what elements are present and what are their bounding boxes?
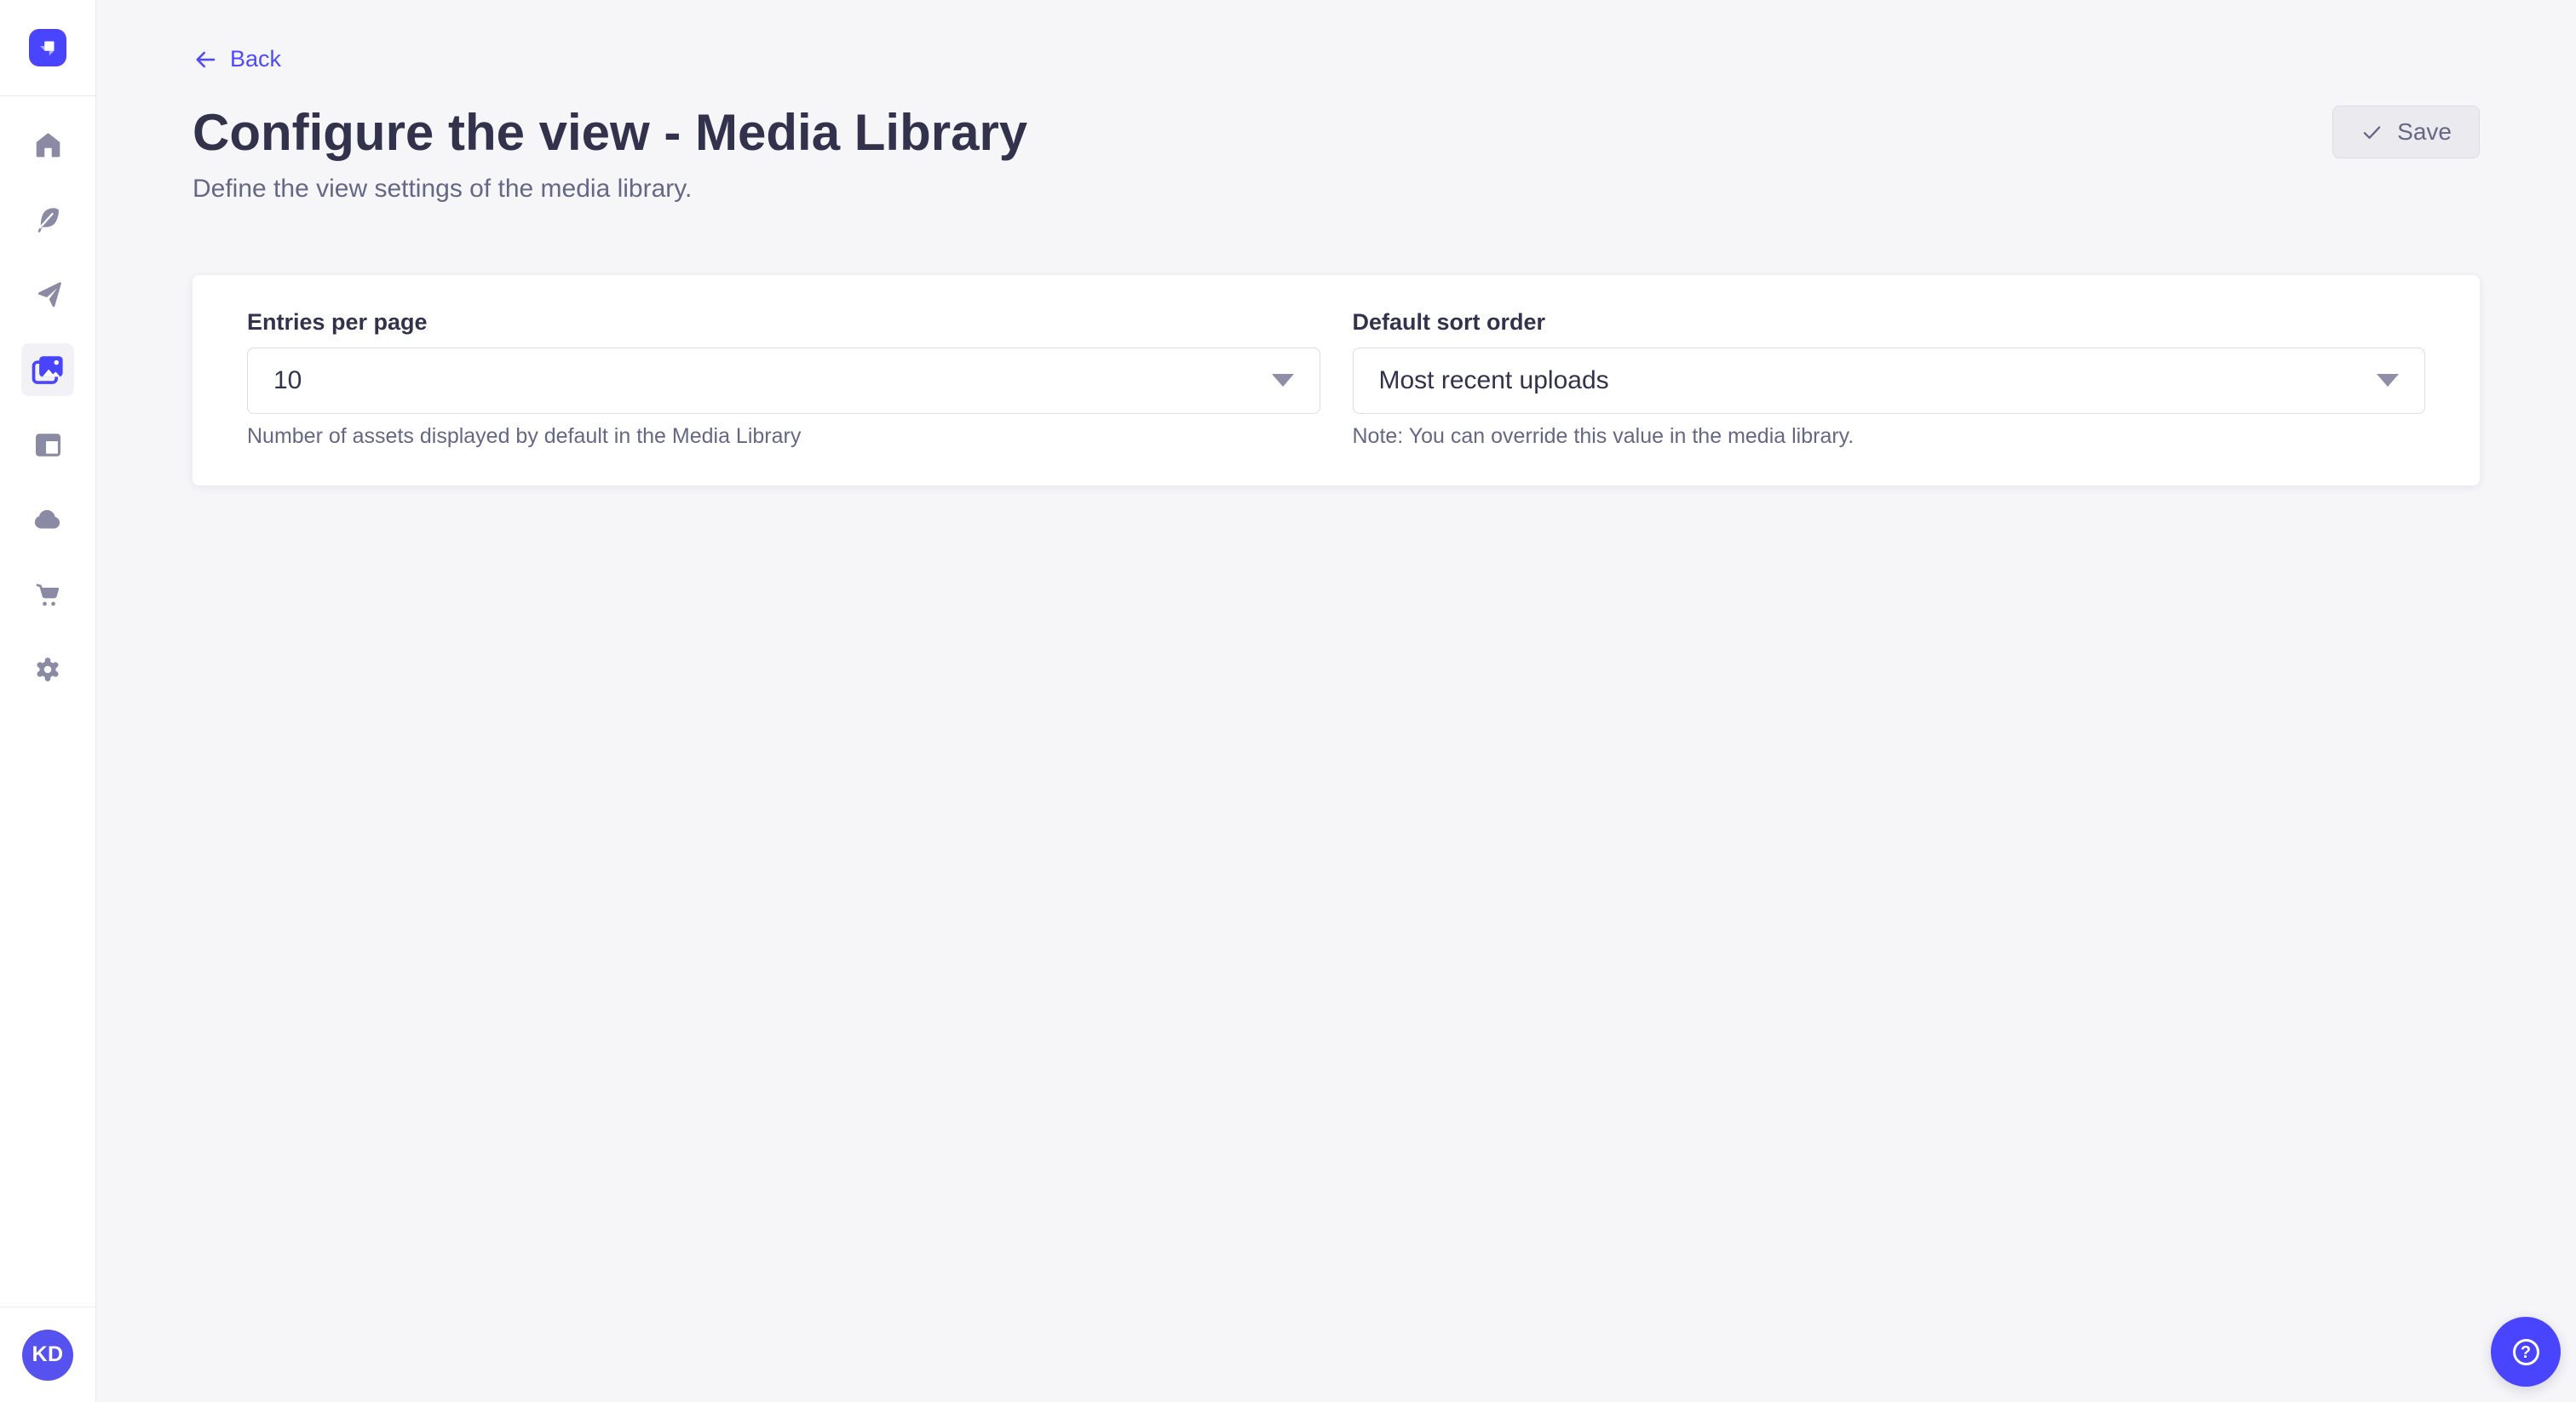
select-value: 10 [273, 366, 302, 395]
save-label: Save [2397, 118, 2452, 146]
default-sort-order-select[interactable]: Most recent uploads [1353, 348, 2426, 414]
save-button[interactable]: Save [2332, 106, 2480, 158]
cloud-icon [32, 503, 64, 536]
page-title: Configure the view - Media Library [193, 106, 1027, 159]
strapi-logo [29, 29, 66, 66]
sidebar-item-settings[interactable] [21, 643, 74, 696]
settings-card: Entries per page 10 Number of assets dis… [193, 275, 2480, 486]
field-hint: Note: You can override this value in the… [1353, 424, 2426, 449]
feather-icon [32, 204, 64, 236]
user-avatar[interactable]: KD [22, 1330, 73, 1381]
sidebar-item-releases[interactable] [21, 268, 74, 321]
sidebar-bottom: KD [0, 1307, 95, 1402]
layout-icon [32, 429, 64, 461]
question-mark-glyph: ? [2521, 1344, 2531, 1361]
chevron-down-icon [2377, 374, 2399, 387]
check-icon [2360, 121, 2383, 144]
sidebar-item-content-type-builder[interactable] [21, 418, 74, 471]
field-default-sort-order: Default sort order Most recent uploads N… [1353, 309, 2426, 449]
avatar-initials: KD [32, 1342, 63, 1367]
field-hint: Number of assets displayed by default in… [247, 424, 1320, 449]
sidebar-nav [0, 96, 95, 696]
strapi-logo-icon [35, 35, 60, 60]
media-library-icon [29, 351, 66, 388]
gear-icon [32, 653, 64, 686]
question-mark-icon: ? [2513, 1339, 2539, 1365]
field-entries-per-page: Entries per page 10 Number of assets dis… [247, 309, 1320, 449]
app-root: KD Back Configure the view - Media Libra… [0, 0, 2576, 1402]
sidebar-item-media-library[interactable] [21, 343, 74, 396]
main-content: Back Configure the view - Media Library … [96, 0, 2576, 1402]
field-label: Default sort order [1353, 309, 2426, 336]
field-label: Entries per page [247, 309, 1320, 336]
sidebar-item-deploy[interactable] [21, 493, 74, 546]
back-link[interactable]: Back [193, 46, 281, 72]
logo-area [0, 0, 95, 96]
chevron-down-icon [1272, 374, 1294, 387]
help-button[interactable]: ? [2491, 1317, 2561, 1387]
sidebar-item-home[interactable] [21, 118, 74, 171]
back-label: Back [230, 46, 281, 72]
fields-grid: Entries per page 10 Number of assets dis… [247, 309, 2425, 449]
page-subtitle: Define the view settings of the media li… [193, 175, 2480, 204]
sidebar: KD [0, 0, 96, 1402]
sidebar-item-content-manager[interactable] [21, 193, 74, 246]
title-row: Configure the view - Media Library Save [193, 106, 2480, 159]
arrow-left-icon [193, 47, 218, 72]
cart-icon [32, 579, 64, 611]
paper-plane-icon [32, 279, 64, 311]
entries-per-page-select[interactable]: 10 [247, 348, 1320, 414]
select-value: Most recent uploads [1379, 366, 1609, 395]
home-icon [32, 129, 64, 161]
sidebar-item-marketplace[interactable] [21, 568, 74, 621]
